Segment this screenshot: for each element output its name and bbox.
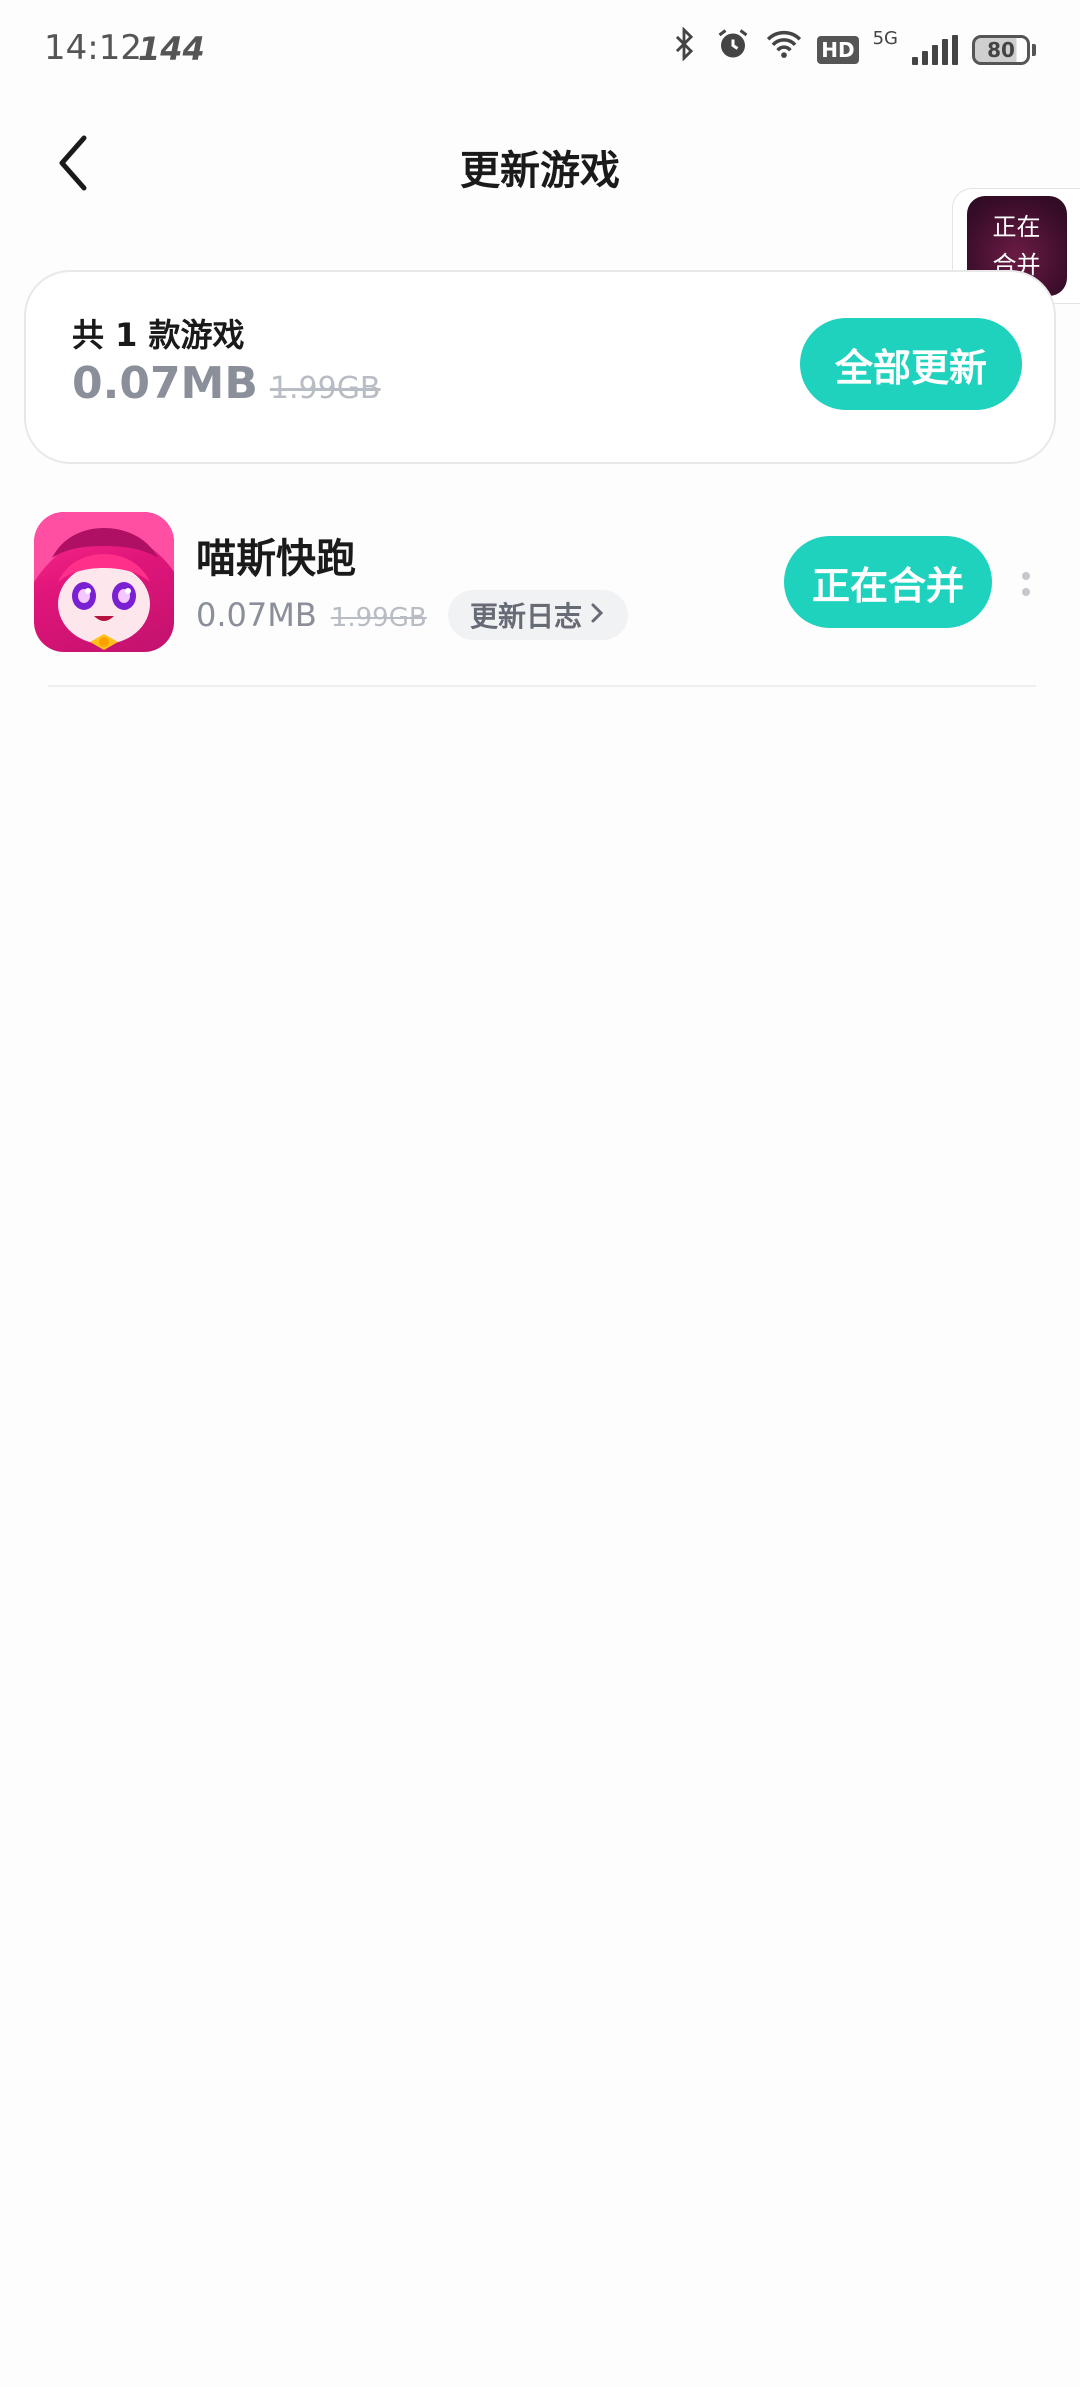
status-time: 14:12: [44, 28, 142, 68]
game-icon: [34, 512, 174, 652]
chevron-right-icon: [588, 599, 606, 632]
wifi-icon: [765, 27, 803, 74]
more-options-icon[interactable]: [1016, 564, 1036, 604]
summary-card: 共 1 款游戏 0.07MB 1.99GB 全部更新: [24, 270, 1056, 464]
status-bar: 14:12 144 HD 5G 80: [0, 0, 1080, 100]
bluetooth-icon: [667, 25, 701, 74]
game-size: 0.07MB 1.99GB: [196, 596, 427, 634]
game-name: 喵斯快跑: [196, 536, 356, 582]
game-count-label: 共 1 款游戏: [72, 316, 245, 354]
changelog-label: 更新日志: [470, 600, 583, 633]
status-icons: HD 5G 80: [667, 25, 1036, 75]
header: 更新游戏: [0, 110, 1080, 220]
merging-button[interactable]: 正在合并: [784, 536, 992, 628]
changelog-button[interactable]: 更新日志: [448, 590, 629, 640]
list-item[interactable]: 喵斯快跑 0.07MB 1.99GB 更新日志 正在合并: [0, 508, 1080, 688]
widget-label-line1: 正在: [992, 213, 1041, 241]
signal-icon: [912, 35, 958, 65]
update-all-button[interactable]: 全部更新: [800, 318, 1022, 410]
battery-level: 80: [972, 35, 1030, 65]
total-size: 0.07MB 1.99GB: [72, 358, 381, 409]
divider: [48, 685, 1036, 687]
game-size-new: 0.07MB: [196, 596, 317, 634]
total-size-old: 1.99GB: [269, 371, 381, 406]
refresh-rate-indicator: 144: [138, 30, 205, 68]
alarm-icon: [715, 26, 751, 75]
total-size-new: 0.07MB: [72, 358, 258, 409]
game-size-old: 1.99GB: [330, 603, 427, 633]
page-title: 更新游戏: [460, 148, 620, 194]
hd-badge: HD: [817, 36, 859, 64]
battery-icon: 80: [972, 35, 1036, 65]
network-type: 5G: [872, 27, 898, 49]
